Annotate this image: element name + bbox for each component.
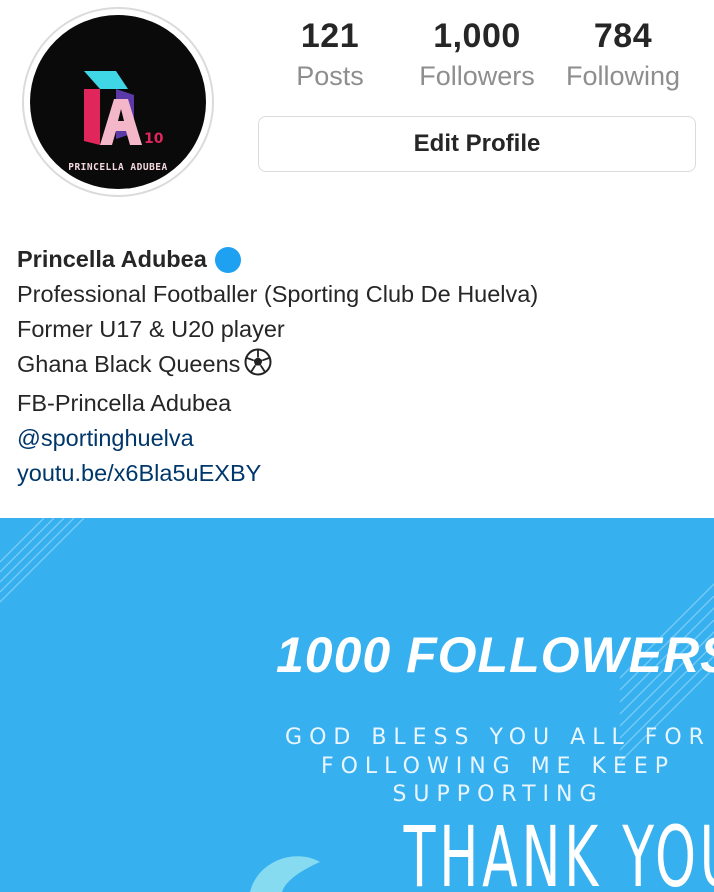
bio-line: Ghana Black Queens bbox=[17, 351, 241, 377]
post-title: 1000 FOLLOWERS bbox=[276, 627, 714, 683]
bio-line-with-ball: Ghana Black Queens bbox=[17, 347, 538, 386]
avatar-image: 10 PRINCELLA ADUBEA bbox=[30, 15, 206, 189]
svg-text:10: 10 bbox=[144, 131, 164, 147]
profile-name: Princella Adubea bbox=[17, 246, 207, 272]
posts-count: 121 bbox=[300, 17, 360, 55]
logo-caption: PRINCELLA ADUBEA bbox=[68, 162, 168, 173]
stat-following[interactable]: 784 Following bbox=[558, 14, 688, 94]
stat-posts[interactable]: 121 Posts bbox=[278, 14, 382, 94]
stat-followers[interactable]: 1,000 Followers bbox=[410, 14, 544, 94]
profile-name-row: Princella Adubea bbox=[17, 242, 538, 277]
mention-link[interactable]: @sportinghuelva bbox=[17, 421, 538, 456]
edit-profile-button[interactable]: Edit Profile bbox=[258, 116, 696, 172]
posts-label: Posts bbox=[296, 61, 364, 91]
soccer-ball-icon bbox=[244, 348, 272, 386]
bio-line: FB-Princella Adubea bbox=[17, 390, 232, 416]
bio-line: Professional Footballer (Sporting Club D… bbox=[17, 281, 539, 307]
profile-avatar[interactable]: 10 PRINCELLA ADUBEA bbox=[22, 7, 214, 197]
following-count: 784 bbox=[593, 17, 653, 55]
verified-badge-icon bbox=[214, 246, 241, 273]
following-label: Following bbox=[565, 61, 681, 91]
followers-count: 1,000 bbox=[433, 17, 521, 55]
post-image[interactable]: 1000 FOLLOWERS GOD BLESS YOU ALL FOR FOL… bbox=[0, 518, 714, 892]
post-message: GOD BLESS YOU ALL FOR FOLLOWING ME KEEP … bbox=[285, 725, 711, 807]
website-link[interactable]: youtu.be/x6Bla5uEXBY bbox=[17, 456, 538, 491]
bio-line: Former U17 & U20 player bbox=[17, 316, 285, 342]
profile-bio: Princella Adubea Professional Footballer… bbox=[17, 242, 538, 491]
post-thank-you: THANK YOU bbox=[403, 808, 714, 892]
followers-label: Followers bbox=[419, 61, 535, 91]
